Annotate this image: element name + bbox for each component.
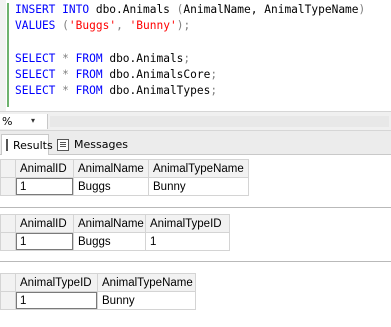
result-pane-1: AnimalID AnimalName AnimalTypeName 1 Bug… [0, 155, 391, 207]
row-header[interactable] [0, 291, 16, 310]
header-row: AnimalID AnimalName AnimalTypeID [0, 214, 230, 233]
table-row: 1 Buggs 1 [0, 232, 230, 251]
table-cell[interactable]: 1 [15, 177, 74, 196]
column-header[interactable]: AnimalTypeID [15, 273, 98, 292]
header-row: AnimalID AnimalName AnimalTypeName [0, 159, 249, 178]
header-row: AnimalTypeID AnimalTypeName [0, 273, 196, 292]
results-area: AnimalID AnimalName AnimalTypeName 1 Bug… [0, 155, 391, 327]
sql-code[interactable]: INSERT INTO dbo.Animals (AnimalName, Ani… [15, 2, 365, 99]
query-editor[interactable]: INSERT INTO dbo.Animals (AnimalName, Ani… [0, 0, 391, 111]
column-header[interactable]: AnimalID [15, 159, 74, 178]
chevron-down-icon: ▾ [31, 116, 36, 125]
result-pane-2: AnimalID AnimalName AnimalTypeID 1 Buggs… [0, 208, 391, 261]
code-line-1: INSERT INTO dbo.Animals (AnimalName, Ani… [15, 3, 366, 16]
tab-messages[interactable]: Messages [53, 134, 133, 155]
table-cell[interactable]: Bunny [97, 291, 196, 310]
column-header[interactable]: AnimalTypeName [97, 273, 196, 292]
table-cell[interactable]: Bunny [148, 177, 249, 196]
column-header[interactable]: AnimalID [15, 214, 74, 233]
change-indicator-bar [7, 3, 9, 107]
row-header[interactable] [0, 177, 16, 196]
tab-results[interactable]: Results [1, 134, 53, 155]
column-header[interactable]: AnimalName [73, 159, 149, 178]
grid-corner[interactable] [0, 159, 16, 178]
zoom-dropdown[interactable]: % ▾ [0, 114, 48, 129]
grid-corner[interactable] [0, 273, 16, 292]
table-cell[interactable]: Buggs [73, 232, 146, 251]
column-header[interactable]: AnimalTypeID [145, 214, 230, 233]
table-row: 1 Buggs Bunny [0, 177, 249, 196]
code-line-4: SELECT * FROM dbo.Animals; [15, 51, 191, 65]
column-header[interactable]: AnimalTypeName [148, 159, 249, 178]
table-cell[interactable]: Buggs [73, 177, 149, 196]
tab-results-label: Results [13, 138, 53, 152]
code-line-6: SELECT * FROM dbo.AnimalTypes; [15, 84, 218, 98]
table-cell[interactable]: 1 [145, 232, 230, 251]
grid-icon [6, 139, 8, 151]
result-grid-2[interactable]: AnimalID AnimalName AnimalTypeID 1 Buggs… [0, 214, 230, 251]
result-grid-1[interactable]: AnimalID AnimalName AnimalTypeName 1 Bug… [0, 159, 249, 196]
tab-messages-label: Messages [74, 138, 128, 151]
code-line-5: SELECT * FROM dbo.AnimalsCore; [15, 67, 218, 81]
row-header[interactable] [0, 232, 16, 251]
result-grid-3[interactable]: AnimalTypeID AnimalTypeName 1 Bunny [0, 273, 196, 310]
zoom-value: % [2, 115, 13, 128]
table-cell[interactable]: 1 [15, 291, 98, 310]
result-pane-3: AnimalTypeID AnimalTypeName 1 Bunny [0, 262, 391, 327]
table-cell[interactable]: 1 [15, 232, 74, 251]
results-tabstrip: Results Messages [0, 131, 391, 155]
code-line-2: VALUES ('Buggs', 'Bunny'); [15, 19, 191, 33]
zoom-bar: % ▾ [0, 111, 391, 131]
table-row: 1 Bunny [0, 291, 196, 310]
horizontal-scrollbar[interactable] [50, 116, 389, 127]
column-header[interactable]: AnimalName [73, 214, 146, 233]
grid-corner[interactable] [0, 214, 16, 233]
messages-icon [57, 138, 69, 151]
editor-gutter [0, 0, 6, 111]
